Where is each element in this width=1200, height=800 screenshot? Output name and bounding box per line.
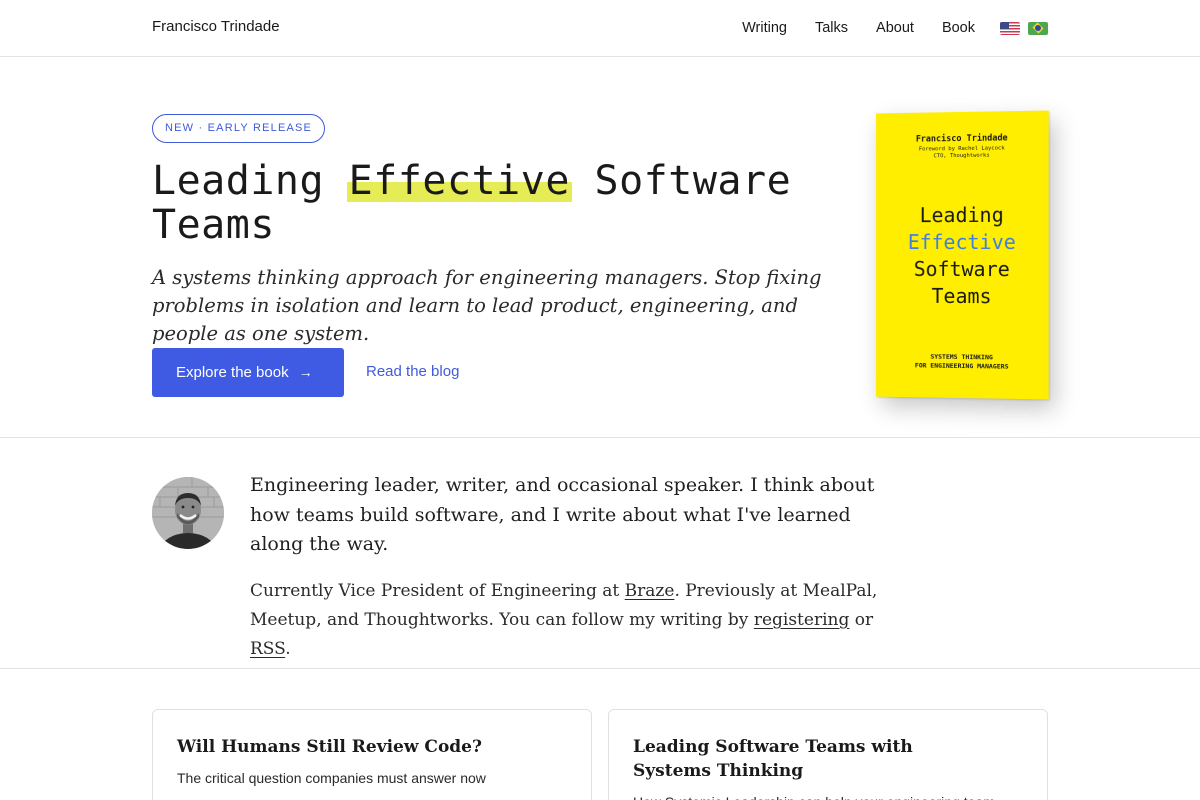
article-card-title: Leading Software Teams with Systems Thin… xyxy=(633,735,993,783)
about-body-part1: Currently Vice President of Engineering … xyxy=(250,581,625,601)
main-nav: Writing Talks About Book xyxy=(714,20,1048,36)
braze-link[interactable]: Braze xyxy=(625,581,675,601)
book-cover-title: Leading Effective Software Teams xyxy=(876,201,1049,310)
hero-subtitle: A systems thinking approach for engineer… xyxy=(152,264,842,348)
site-name-link[interactable]: Francisco Trindade xyxy=(152,18,280,35)
book-cover-title-line1: Leading xyxy=(876,201,1049,229)
rss-link[interactable]: RSS xyxy=(250,639,285,659)
about-body-part3: or xyxy=(849,610,873,630)
nav-writing[interactable]: Writing xyxy=(742,20,787,36)
avatar xyxy=(152,477,224,549)
article-card[interactable]: Leading Software Teams with Systems Thin… xyxy=(608,709,1048,800)
nav-talks[interactable]: Talks xyxy=(815,20,848,36)
book-cover-title-line4: Teams xyxy=(876,283,1049,311)
nav-book[interactable]: Book xyxy=(942,20,975,36)
hero-title-highlight: Effective xyxy=(347,158,572,204)
arrow-right-icon: → xyxy=(299,364,313,380)
book-cover-foreword: Foreword by Rachel Laycock CTO, Thoughtw… xyxy=(876,145,1049,161)
about-body-text: Currently Vice President of Engineering … xyxy=(250,577,890,664)
book-cover-title-line2: Effective xyxy=(876,229,1049,256)
site-header: Francisco Trindade Writing Talks About B… xyxy=(0,0,1200,57)
read-blog-link[interactable]: Read the blog xyxy=(366,363,459,380)
article-card[interactable]: Will Humans Still Review Code? The criti… xyxy=(152,709,592,800)
hero-title-start: Leading xyxy=(152,158,349,204)
article-card-description: How Systemic Leadership can help your en… xyxy=(633,792,1023,800)
register-link[interactable]: registering xyxy=(754,610,850,630)
about-body-part4: . xyxy=(285,639,290,659)
explore-book-label: Explore the book xyxy=(176,364,289,381)
book-cover-tagline: SYSTEMS THINKING FOR ENGINEERING MANAGER… xyxy=(876,352,1049,372)
book-cover-tagline-line2: FOR ENGINEERING MANAGERS xyxy=(876,361,1049,372)
book-cover-title-line3: Software xyxy=(876,256,1049,283)
book-cover-author: Francisco Trindade xyxy=(876,133,1049,145)
avatar-portrait-icon xyxy=(152,477,224,549)
nav-about[interactable]: About xyxy=(876,20,914,36)
article-card-description: The critical question companies must ans… xyxy=(177,768,567,788)
about-lead-text: Engineering leader, writer, and occasion… xyxy=(250,471,890,560)
book-cover-foreword-line2: CTO, Thoughtworks xyxy=(876,152,1049,161)
explore-book-button[interactable]: Explore the book → xyxy=(152,348,344,397)
about-section: Engineering leader, writer, and occasion… xyxy=(0,438,1200,669)
hero-section: NEW · EARLY RELEASE Leading Effective So… xyxy=(0,57,1200,438)
article-card-title: Will Humans Still Review Code? xyxy=(177,735,537,759)
brazil-flag-icon[interactable] xyxy=(1028,22,1048,35)
early-release-badge: NEW · EARLY RELEASE xyxy=(152,114,325,143)
hero-title: Leading Effective Software Teams xyxy=(152,159,832,247)
book-cover-image[interactable]: Francisco Trindade Foreword by Rachel La… xyxy=(876,111,1049,400)
us-flag-icon[interactable] xyxy=(1000,22,1020,35)
